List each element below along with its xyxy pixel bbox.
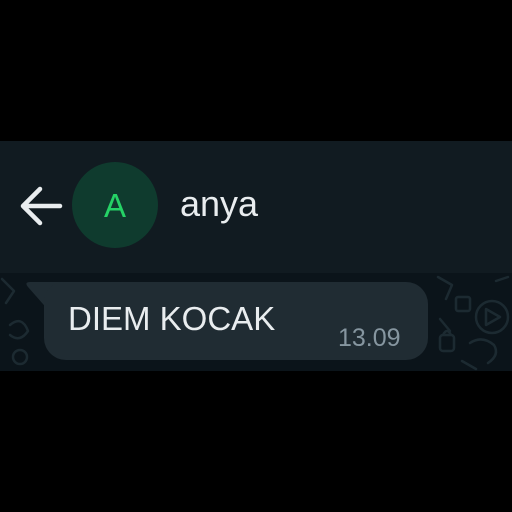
contact-name[interactable]: anya — [180, 182, 258, 226]
message-text: DIEM KOCAK — [68, 300, 276, 337]
avatar-letter: A — [103, 186, 126, 224]
avatar[interactable]: A — [72, 162, 158, 248]
back-button[interactable] — [18, 184, 66, 228]
screenshot-frame: A anya DIEM KOCAK 13.09 — [0, 0, 512, 512]
arrow-left-icon — [20, 186, 63, 226]
message-time: 13.09 — [338, 324, 401, 352]
